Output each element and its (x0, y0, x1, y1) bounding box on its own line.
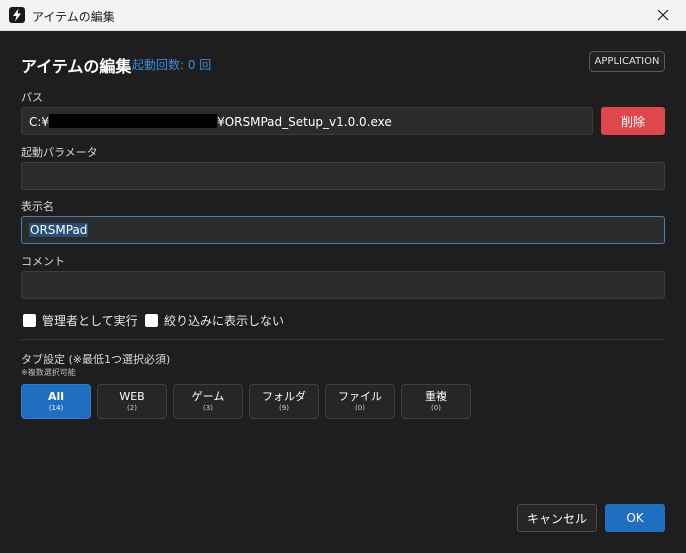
tab-file[interactable]: ファイル (0) (325, 384, 395, 419)
tab-name: 重複 (425, 390, 447, 403)
lightning-icon (9, 7, 25, 23)
ok-button[interactable]: OK (605, 504, 665, 532)
page-title: アイテムの編集 (21, 57, 132, 76)
tab-all[interactable]: All (14) (21, 384, 91, 419)
tab-count: (0) (355, 404, 365, 412)
run-as-admin-label: 管理者として実行 (42, 314, 138, 328)
run-as-admin-checkbox[interactable] (23, 314, 36, 327)
hide-in-filter-label: 絞り込みに表示しない (164, 314, 285, 328)
hide-in-filter-checkbox[interactable] (145, 314, 158, 327)
cancel-button[interactable]: キャンセル (517, 504, 597, 532)
tab-count: (14) (48, 404, 64, 412)
hide-in-filter-option[interactable]: 絞り込みに表示しない (145, 312, 284, 329)
title-bar: アイテムの編集 (0, 0, 686, 31)
comment-input[interactable] (21, 271, 665, 299)
tab-settings-label: タブ設定 (※最低1つ選択必須) (21, 353, 171, 366)
redaction-block (49, 114, 218, 128)
tab-name: フォルダ (262, 390, 306, 403)
tab-count: (9) (279, 404, 289, 412)
dialog-content: アイテムの編集 起動回数: 0 回 APPLICATION パス C:¥ ¥ORS… (0, 31, 686, 553)
tab-name: ファイル (338, 390, 382, 403)
params-input[interactable] (21, 162, 665, 190)
tab-count: (2) (127, 404, 137, 412)
display-name-input[interactable]: ORSMPad (21, 216, 665, 244)
tab-web[interactable]: WEB (2) (97, 384, 167, 419)
tab-count: (3) (203, 404, 213, 412)
close-button[interactable] (640, 0, 686, 31)
tab-folder[interactable]: フォルダ (9) (249, 384, 319, 419)
divider (21, 339, 665, 340)
display-name-label: 表示名 (21, 200, 54, 213)
window-title: アイテムの編集 (32, 10, 115, 24)
tab-count: (0) (431, 404, 441, 412)
launch-count: 起動回数: 0 回 (132, 58, 212, 72)
tab-name: All (47, 390, 65, 403)
tab-settings-note: ※複数選択可能 (21, 368, 76, 377)
tab-game[interactable]: ゲーム (3) (173, 384, 243, 419)
path-value-suffix: ¥ORSMPad_Setup_v1.0.0.exe (217, 115, 392, 129)
params-label: 起動パラメータ (21, 146, 98, 159)
delete-button[interactable]: 削除 (601, 107, 665, 135)
comment-label: コメント (21, 255, 65, 268)
path-value-prefix: C:¥ (29, 115, 50, 129)
tab-name: WEB (119, 390, 145, 403)
type-badge: APPLICATION (589, 51, 665, 72)
tab-name: ゲーム (191, 390, 225, 403)
path-input[interactable]: C:¥ ¥ORSMPad_Setup_v1.0.0.exe (21, 107, 593, 135)
tab-duplicate[interactable]: 重複 (0) (401, 384, 471, 419)
path-label: パス (21, 91, 43, 104)
display-name-value: ORSMPad (29, 223, 89, 237)
close-icon (657, 6, 669, 25)
run-as-admin-option[interactable]: 管理者として実行 (23, 312, 138, 329)
